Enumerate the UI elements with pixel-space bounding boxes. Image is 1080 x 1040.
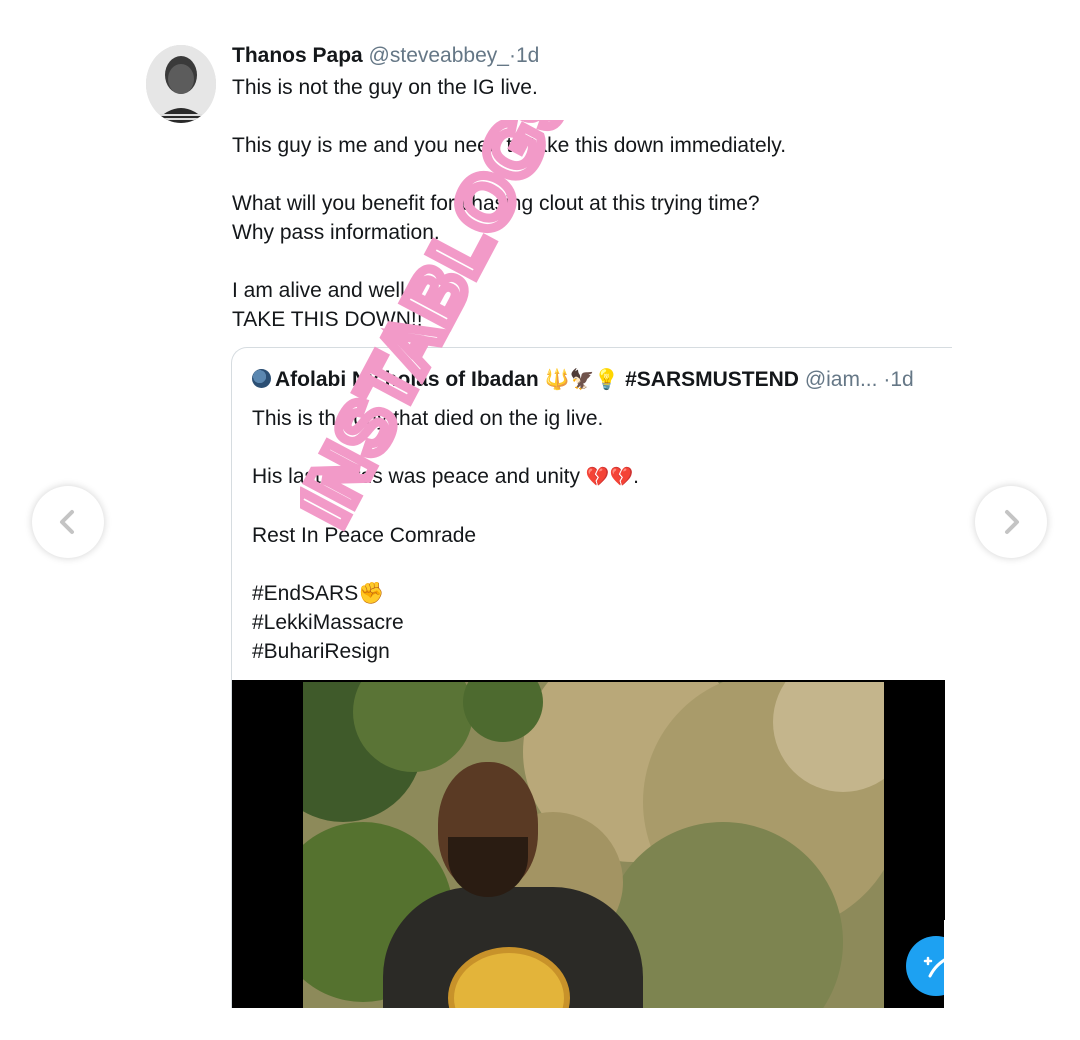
avatar[interactable] [146,45,216,123]
tweet-line: This is not the guy on the IG live. [232,76,538,99]
quoted-line: This is the guy that died on the ig live… [252,407,604,430]
hashtag-lekkimassacre[interactable]: #LekkiMassacre [252,608,932,637]
quoted-line-text: His last words was peace and unity [252,465,580,488]
globe-avatar-icon [252,369,271,388]
fist-icon: ✊ [358,582,385,605]
quoted-line-period: . [633,465,640,488]
tweet-author-name[interactable]: Thanos Papa [232,44,363,67]
quoted-author-handle[interactable]: @iam... [805,368,878,391]
tweet-line: This guy is me and you need to take this… [232,134,787,157]
hashtag-endsars[interactable]: #EndSARS✊ [252,579,932,608]
quoted-tweet-header: Afolabi Nicholas of Ibadan 🔱🦅💡 #SARSMUST… [252,366,914,394]
screenshot-edge [944,920,1080,1040]
chevron-left-icon [60,510,74,534]
quoted-line: His last words was peace and unity 💔💔. [252,462,932,492]
tweet-line: TAKE THIS DOWN!! [232,308,423,331]
previous-button[interactable] [32,486,104,558]
hashtag-buhariresign[interactable]: #BuhariResign [252,637,932,666]
avatar-photo [146,45,216,123]
tweet-separator: · [508,44,516,67]
tweet-photo [303,682,884,1008]
tweet-header: Thanos Papa @steveabbey_·1d [232,42,539,70]
tweet-line: Why pass information. [232,221,440,244]
broken-heart-icon: 💔💔 [585,467,634,488]
tweet-line: What will you benefit for chasing clout … [232,192,760,215]
quoted-time[interactable]: 1d [890,368,913,391]
chevron-right-icon [1005,510,1019,534]
quoted-tweet-card[interactable]: Afolabi Nicholas of Ibadan 🔱🦅💡 #SARSMUST… [231,347,952,1008]
tweet-time[interactable]: 1d [516,44,539,67]
quoted-author-hashtag: #SARSMUSTEND [625,368,799,391]
tweet-text: This is not the guy on the IG live. This… [232,73,932,334]
quoted-author-emojis: 🔱🦅💡 [544,369,620,391]
next-button[interactable] [975,486,1047,558]
hashtag-text[interactable]: #EndSARS [252,582,358,605]
quoted-tweet-media[interactable] [232,680,945,1008]
quoted-author-name[interactable]: Afolabi Nicholas of Ibadan [275,368,539,391]
tweet-author-handle[interactable]: @steveabbey_ [369,44,509,67]
tweet-line: I am alive and well. [232,279,411,302]
quoted-tweet-text: This is the guy that died on the ig live… [252,404,932,666]
quoted-line: Rest In Peace Comrade [252,524,477,547]
